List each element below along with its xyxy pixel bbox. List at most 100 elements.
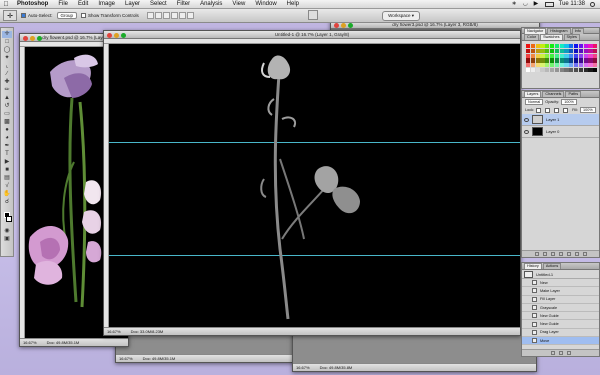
swatch-cell[interactable] (564, 53, 569, 58)
magic-wand-tool-icon[interactable]: ✦ (2, 55, 12, 62)
swatch-cell[interactable] (554, 58, 560, 63)
swatch-cell[interactable] (578, 48, 584, 54)
lasso-tool-icon[interactable]: ◯ (2, 47, 12, 54)
history-item[interactable]: New Guide (522, 320, 599, 329)
fill-field[interactable]: 100% (579, 107, 596, 113)
document-window-untitled[interactable]: Untitled-1 @ 16.7% (Layer 1, Gray/8) 16.… (103, 30, 521, 336)
gradient-tool-icon[interactable]: ▩ (2, 119, 12, 126)
swatch-cell[interactable] (540, 44, 545, 49)
workspace-icon[interactable] (308, 10, 318, 20)
swatch-cell[interactable] (583, 48, 588, 54)
tab-history[interactable]: History (524, 263, 542, 269)
history-snapshot[interactable]: Untitled-1 (522, 270, 599, 279)
shape-tool-icon[interactable]: ■ (2, 167, 12, 174)
lock-pixels-icon[interactable] (545, 107, 551, 113)
opacity-field[interactable]: 100% (561, 99, 577, 105)
new-document-from-state-icon[interactable] (550, 351, 555, 355)
history-brush-icon[interactable]: ↺ (2, 103, 12, 110)
healing-brush-icon[interactable]: ✚ (2, 79, 12, 86)
swatch-cell[interactable] (559, 44, 564, 49)
swatch-cell[interactable] (535, 63, 540, 68)
swatch-cell[interactable] (540, 48, 545, 54)
swatch-cell[interactable] (540, 58, 545, 63)
tab-color[interactable]: Color (524, 34, 540, 40)
swatch-cell[interactable] (569, 48, 574, 54)
swatch-cell[interactable] (588, 63, 593, 68)
swatch-cell[interactable] (588, 67, 593, 73)
close-button[interactable] (334, 22, 339, 28)
history-item[interactable]: Drag Layer (522, 329, 599, 338)
swatch-cell[interactable] (549, 48, 555, 54)
swatch-cell[interactable] (564, 44, 569, 49)
history-item[interactable]: Fill Layer (522, 296, 599, 304)
spotlight-icon[interactable] (590, 1, 595, 7)
clone-stamp-icon[interactable]: ▲ (2, 95, 12, 102)
swatch-cell[interactable] (530, 63, 536, 68)
menu-layer[interactable]: Layer (120, 1, 145, 7)
swatch-cell[interactable] (569, 67, 574, 73)
swatch-cell[interactable] (530, 58, 536, 63)
doc-info[interactable]: Doc: 33.0M/8.23M (131, 328, 164, 335)
auto-select-option[interactable]: Auto-Select: (21, 13, 53, 19)
swatch-cell[interactable] (535, 53, 540, 58)
align-bottom-icon[interactable] (162, 12, 170, 19)
swatch-cell[interactable] (564, 67, 569, 73)
swatch-cell[interactable] (583, 58, 588, 63)
tab-histogram[interactable]: Histogram (547, 27, 571, 34)
swatch-cell[interactable] (540, 67, 545, 73)
swatch-cell[interactable] (588, 48, 593, 54)
history-item[interactable]: New Guide (522, 312, 599, 321)
layer-row[interactable]: Layer 0 (522, 126, 599, 138)
zoom-level[interactable]: 16.67% (296, 364, 310, 371)
swatch-cell[interactable] (530, 48, 536, 54)
eyedropper-icon[interactable]: √ (2, 183, 12, 190)
show-transform-option[interactable]: Show Transform Controls (81, 13, 139, 19)
zoom-level[interactable]: 16.67% (119, 355, 133, 362)
new-snapshot-icon[interactable] (558, 351, 563, 355)
history-item[interactable]: New (522, 279, 599, 288)
tab-channels[interactable]: Channels (542, 91, 565, 97)
brush-tool-icon[interactable]: ✏ (2, 87, 12, 94)
swatch-cell[interactable] (593, 67, 598, 73)
menu-analysis[interactable]: Analysis (195, 1, 227, 7)
tab-styles[interactable]: Styles (563, 34, 580, 40)
swatch-cell[interactable] (535, 67, 540, 73)
bluetooth-icon[interactable]: ∗ (512, 1, 518, 7)
swatch-cell[interactable] (564, 48, 569, 54)
blend-mode-dropdown[interactable]: Normal (525, 99, 544, 105)
pen-tool-icon[interactable]: ✒ (2, 143, 12, 150)
zoom-level[interactable]: 16.67% (107, 328, 121, 335)
swatch-cell[interactable] (554, 44, 560, 49)
marquee-tool-icon[interactable]: □ (2, 39, 12, 46)
workspace-button[interactable]: Workspace ▾ (382, 10, 420, 21)
swatch-cell[interactable] (593, 53, 598, 58)
dodge-tool-icon[interactable]: ◕ (2, 135, 12, 142)
swatch-cell[interactable] (573, 58, 579, 63)
clock[interactable]: Tue 11:38 (559, 1, 585, 7)
swatch-cell[interactable] (573, 67, 579, 73)
tab-navigator[interactable]: Navigator (524, 27, 547, 34)
swatch-cell[interactable] (573, 48, 579, 54)
layer-row[interactable]: Layer 1 (522, 114, 599, 126)
notes-tool-icon[interactable]: ▤ (2, 175, 12, 182)
swatch-cell[interactable] (573, 63, 579, 68)
swatch-cell[interactable] (530, 67, 536, 73)
lock-transparency-icon[interactable] (536, 107, 542, 113)
type-tool-icon[interactable]: T (2, 151, 12, 158)
swatch-cell[interactable] (583, 53, 588, 58)
swatch-cell[interactable] (593, 63, 598, 68)
blur-tool-icon[interactable]: ● (2, 127, 12, 134)
swatch-cell[interactable] (545, 63, 550, 68)
hand-tool-icon[interactable]: ✋ (2, 191, 12, 198)
menu-image[interactable]: Image (93, 1, 120, 7)
layer-name[interactable]: Layer 1 (546, 117, 559, 122)
swatch-cell[interactable] (569, 63, 574, 68)
untitled-canvas[interactable] (104, 39, 520, 327)
tab-info[interactable]: Info (571, 27, 584, 34)
screen-mode-icon[interactable]: ▣ (2, 236, 12, 243)
swatch-cell[interactable] (559, 58, 564, 63)
menu-view[interactable]: View (227, 1, 250, 7)
auto-select-dropdown[interactable]: Group (56, 12, 78, 19)
history-item[interactable]: Grayscale (522, 304, 599, 313)
align-top-icon[interactable] (146, 12, 154, 19)
